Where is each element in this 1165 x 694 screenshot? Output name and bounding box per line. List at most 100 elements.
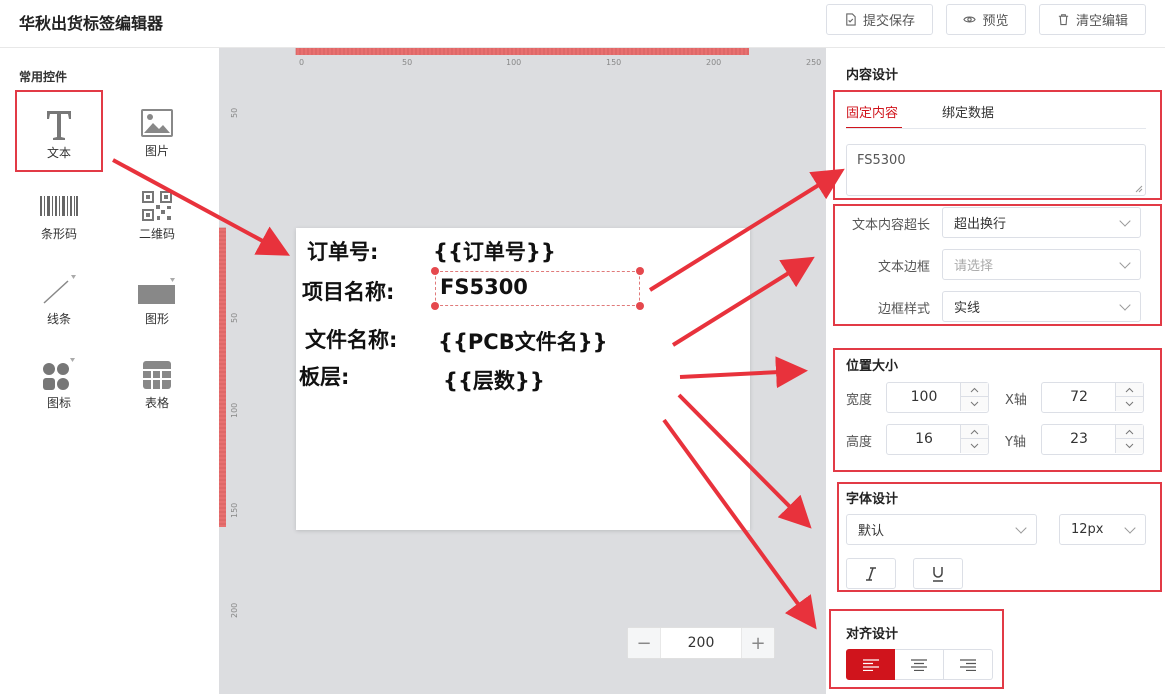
clear-edit-button[interactable]: 清空编辑: [1039, 4, 1146, 35]
y-axis-decrement[interactable]: [1115, 439, 1143, 453]
line-icon: [41, 272, 77, 310]
text-border-select[interactable]: 请选择: [942, 249, 1141, 280]
chevron-down-icon: [970, 443, 979, 449]
preview-button[interactable]: 预览: [946, 4, 1026, 35]
ruler-top-label: 50: [402, 58, 412, 67]
overflow-value: 超出换行: [954, 217, 1007, 232]
app-title: 华秋出货标签编辑器: [19, 14, 164, 33]
label-layer-value[interactable]: {{层数}}: [443, 365, 545, 395]
control-icon[interactable]: 图标: [15, 342, 103, 424]
control-text-label: 文本: [46, 146, 71, 160]
label-file-key[interactable]: 文件名称:: [305, 324, 397, 354]
ruler-left-label: 50: [230, 313, 239, 323]
underline-button[interactable]: [913, 558, 963, 589]
x-axis-input[interactable]: 72: [1041, 382, 1144, 413]
control-shape-label: 图形: [144, 312, 169, 326]
zoom-control: − 200 +: [627, 627, 775, 659]
tab-divider: [846, 128, 1146, 129]
ruler-left-label: 200: [230, 603, 239, 618]
control-qrcode[interactable]: 二维码: [113, 173, 201, 255]
font-family-value: 默认: [858, 524, 885, 539]
control-barcode[interactable]: 条形码: [15, 173, 103, 255]
overflow-label: 文本内容超长: [851, 218, 930, 233]
label-order-value[interactable]: {{订单号}}: [433, 236, 556, 266]
control-icon-label: 图标: [46, 396, 71, 410]
label-layer-key[interactable]: 板层:: [299, 361, 349, 391]
align-button-group: [846, 649, 994, 680]
control-table[interactable]: 表格: [113, 342, 201, 424]
width-decrement[interactable]: [960, 397, 988, 411]
height-decrement[interactable]: [960, 439, 988, 453]
zoom-value[interactable]: 200: [660, 628, 742, 658]
text-border-placeholder: 请选择: [954, 259, 994, 274]
control-text[interactable]: 文本: [15, 90, 103, 172]
chevron-up-icon: [970, 429, 979, 434]
control-shape[interactable]: 图形: [113, 258, 201, 340]
label-file-value[interactable]: {{PCB文件名}}: [438, 326, 608, 356]
control-image[interactable]: 图片: [113, 90, 201, 172]
zoom-out-button[interactable]: −: [628, 628, 660, 658]
resize-handle[interactable]: [636, 302, 644, 310]
font-family-select[interactable]: 默认: [846, 514, 1037, 545]
control-table-label: 表格: [144, 396, 169, 410]
label-project-key[interactable]: 项目名称:: [302, 276, 394, 306]
x-axis-decrement[interactable]: [1115, 397, 1143, 411]
text-border-label: 文本边框: [877, 260, 930, 275]
resize-handle[interactable]: [431, 267, 439, 275]
italic-button[interactable]: [846, 558, 896, 589]
border-style-label: 边框样式: [877, 302, 930, 317]
control-line[interactable]: 线条: [15, 258, 103, 340]
border-style-select[interactable]: 实线: [942, 291, 1141, 322]
x-axis-label: X轴: [1005, 393, 1027, 408]
y-axis-input[interactable]: 23: [1041, 424, 1144, 455]
chevron-down-icon: [1125, 401, 1134, 407]
resize-handle[interactable]: [431, 302, 439, 310]
shape-icon: [137, 272, 177, 310]
chevron-up-icon: [1125, 429, 1134, 434]
selected-text-element[interactable]: FS5300: [431, 267, 644, 310]
width-value: 100: [910, 389, 938, 405]
ruler-top-label: 100: [506, 58, 521, 67]
overflow-select[interactable]: 超出换行: [942, 207, 1141, 238]
submit-save-label: 提交保存: [862, 14, 915, 29]
ruler-left-band: [219, 228, 226, 527]
table-icon: [142, 356, 172, 394]
align-right-button[interactable]: [944, 649, 993, 680]
chevron-down-icon: [970, 401, 979, 407]
label-canvas[interactable]: 订单号: {{订单号}} 项目名称: FS5300 文件名称: {{PCB文件名…: [296, 228, 750, 530]
height-input[interactable]: 16: [886, 424, 989, 455]
width-input[interactable]: 100: [886, 382, 989, 413]
align-center-button[interactable]: [895, 649, 944, 680]
ruler-left-label: 50: [230, 108, 239, 118]
zoom-in-button[interactable]: +: [742, 628, 774, 658]
properties-panel: 内容设计 固定内容 绑定数据 FS5300 文本内容超长 超出换行 文本边框 请…: [826, 48, 1165, 694]
document-icon: [846, 13, 856, 26]
x-axis-increment[interactable]: [1115, 383, 1143, 397]
app-header: 华秋出货标签编辑器 提交保存 预览 清空编辑: [0, 0, 1165, 48]
align-left-button[interactable]: [846, 649, 895, 680]
fixed-content-textarea[interactable]: FS5300: [846, 144, 1146, 196]
tab-fixed-content[interactable]: 固定内容: [846, 102, 898, 121]
align-right-icon: [960, 658, 976, 671]
underline-icon: [933, 566, 943, 582]
font-size-select[interactable]: 12px: [1059, 514, 1146, 545]
qrcode-icon: [142, 187, 172, 225]
icon-group-icon: [41, 356, 77, 394]
label-order-key[interactable]: 订单号:: [307, 236, 378, 266]
ruler-top-label: 200: [706, 58, 721, 67]
control-barcode-label: 条形码: [40, 227, 77, 241]
resize-handle[interactable]: [636, 267, 644, 275]
align-center-icon: [911, 658, 927, 671]
eye-icon: [963, 16, 977, 23]
height-increment[interactable]: [960, 425, 988, 439]
width-label: 宽度: [846, 393, 873, 408]
ruler-top-label: 150: [606, 58, 621, 67]
content-design-title: 内容设计: [846, 68, 899, 83]
height-value: 16: [915, 431, 933, 447]
submit-save-button[interactable]: 提交保存: [826, 4, 933, 35]
control-line-label: 线条: [46, 312, 71, 326]
width-increment[interactable]: [960, 383, 988, 397]
tab-bind-data[interactable]: 绑定数据: [942, 102, 994, 121]
y-axis-increment[interactable]: [1115, 425, 1143, 439]
preview-label: 预览: [982, 14, 1009, 29]
